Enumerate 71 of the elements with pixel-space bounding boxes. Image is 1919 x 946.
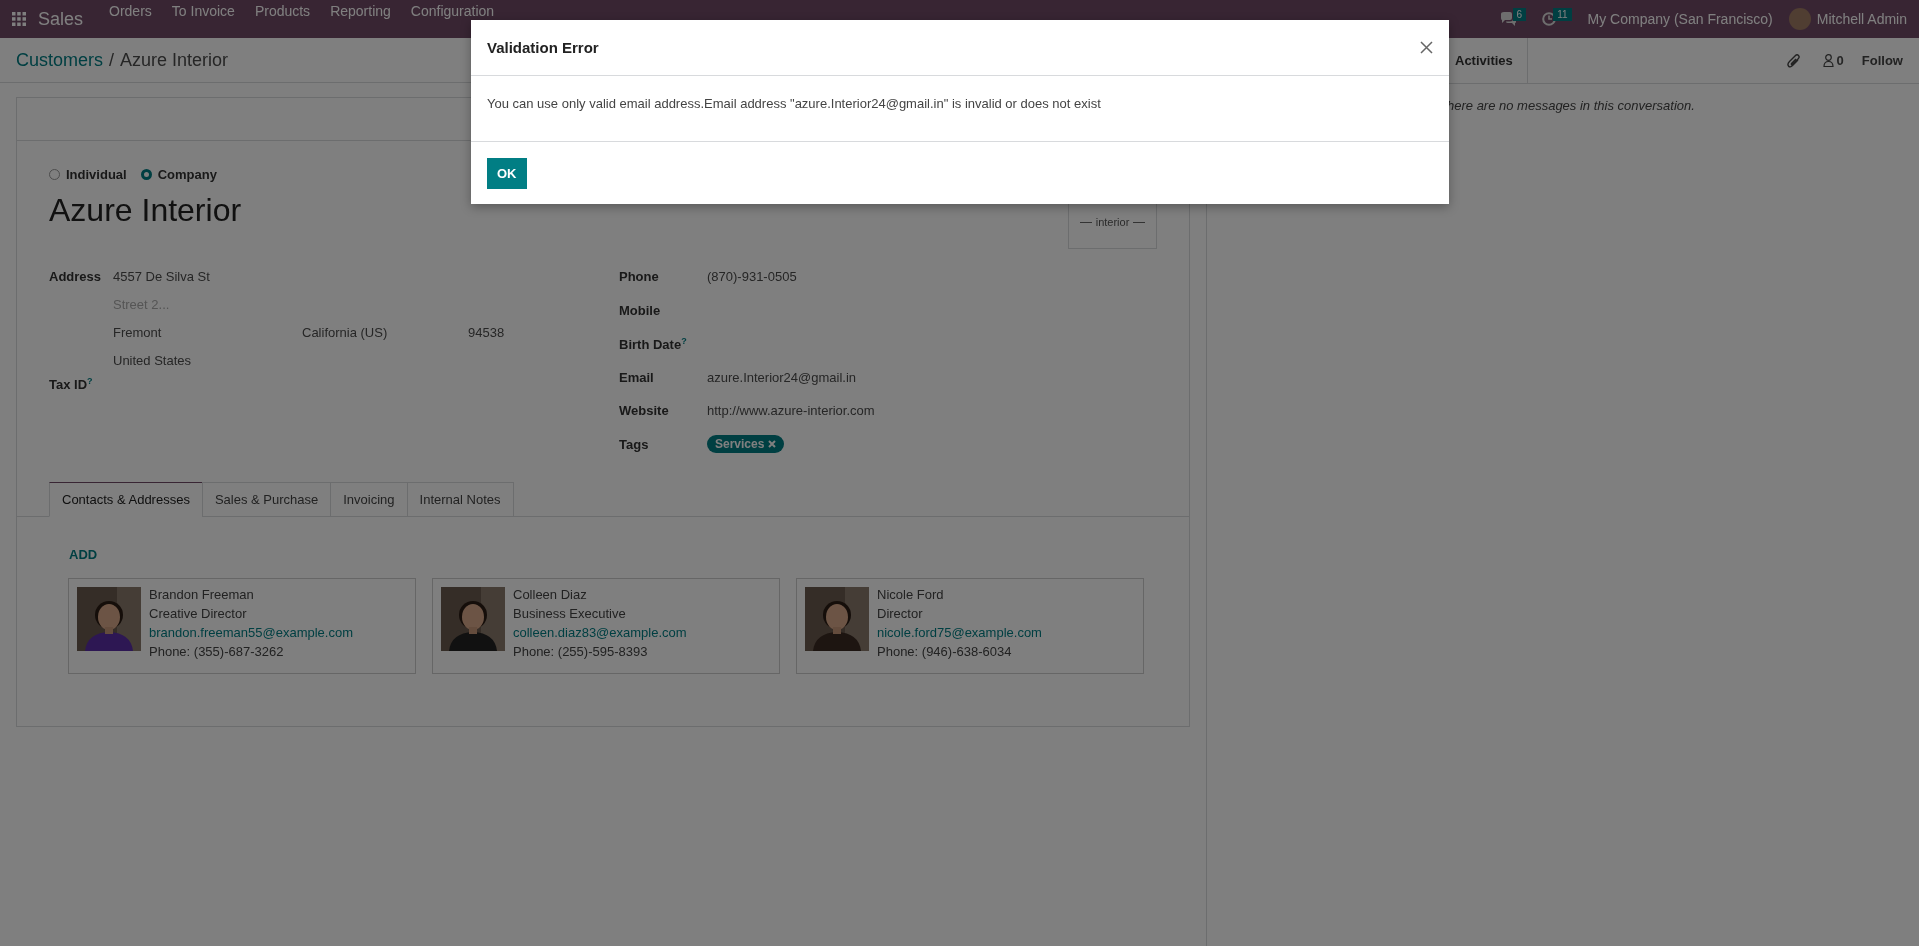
field-label: Address xyxy=(49,269,103,286)
breadcrumb-separator: / xyxy=(109,49,115,71)
menu-item[interactable]: Configuration xyxy=(400,4,505,19)
tab[interactable]: Contacts & Addresses xyxy=(49,482,203,517)
radio-label: Individual xyxy=(66,167,127,182)
page-title: Azure Interior xyxy=(120,49,229,71)
dialog-title: Validation Error xyxy=(487,39,599,56)
follower-count: 0 xyxy=(1836,53,1844,68)
tab[interactable]: Sales & Purchase xyxy=(201,482,332,517)
contact-title: Business Executive xyxy=(513,606,627,622)
field-label: Tags xyxy=(619,436,650,454)
app-name[interactable]: Sales xyxy=(38,8,84,30)
contact-card[interactable]: Brandon Freeman Creative Director brandon.freeman55@example.com Phone: (355)-687-3262 xyxy=(68,578,416,674)
contact-email[interactable]: brandon.freeman55@example.com xyxy=(149,625,353,641)
followers-button[interactable]: 0 xyxy=(1822,53,1844,68)
contact-title: Creative Director xyxy=(149,606,248,622)
clock-icon[interactable] xyxy=(1542,12,1557,26)
radio-button[interactable] xyxy=(49,169,60,180)
field-value: (870)-931-0505 xyxy=(707,269,797,284)
field-value: azure.Interior24@gmail.in xyxy=(707,369,857,385)
menu-item[interactable]: Orders xyxy=(99,4,162,19)
company-switcher[interactable]: My Company (San Francisco) xyxy=(1587,11,1773,27)
error-message: You can use only valid email address.Email address "azure.Interior24@gmail.in" is invalid or does not exist xyxy=(471,76,1449,142)
field-value[interactable]: http://www.azure-interior.com xyxy=(707,403,875,418)
apps-menu-icon[interactable] xyxy=(12,12,26,26)
close-icon[interactable] xyxy=(1420,41,1433,54)
menu-item[interactable]: Reporting xyxy=(320,4,401,19)
menu-item[interactable]: To Invoice xyxy=(161,4,245,19)
field-label: Phone xyxy=(619,269,660,286)
contact-name: Brandon Freeman xyxy=(149,587,255,603)
radio-option[interactable]: Individual xyxy=(49,167,127,182)
avatar-icon xyxy=(1788,8,1811,30)
radio-label: Company xyxy=(157,167,217,182)
contact-phone: Phone: (946)-638-6034 xyxy=(877,644,1013,660)
menu-item[interactable]: Products xyxy=(244,4,321,19)
field-value: Fremont xyxy=(113,325,163,340)
field-label: Tax ID$^{?}$ xyxy=(49,376,94,395)
field-label: Email xyxy=(619,369,655,387)
user-name: Mitchell Admin xyxy=(1816,11,1907,27)
field-value: 4557 De Silva St xyxy=(113,269,211,284)
paperclip-icon[interactable] xyxy=(1786,52,1801,69)
field-label: Mobile xyxy=(619,302,662,320)
tab[interactable]: Internal Notes xyxy=(406,482,514,517)
person-icon xyxy=(1822,54,1834,67)
follow-button[interactable]: Follow xyxy=(1861,53,1903,68)
contact-name: Nicole Ford xyxy=(877,587,945,603)
logo-text: interior xyxy=(1095,216,1130,228)
field-value: California (US) xyxy=(302,325,389,340)
contact-title: Director xyxy=(877,606,924,622)
add-button[interactable]: ADD xyxy=(69,547,98,562)
ok-button[interactable]: OK xyxy=(487,157,527,189)
notification-badge: 11 xyxy=(1553,7,1572,21)
contact-phone: Phone: (255)-595-8393 xyxy=(513,644,649,660)
contact-phone: Phone: (355)-687-3262 xyxy=(149,644,285,660)
radio-button[interactable] xyxy=(140,169,152,180)
field-label: Website xyxy=(619,403,670,420)
field-value: 94538 xyxy=(468,325,506,340)
contact-email[interactable]: colleen.diaz83@example.com xyxy=(513,625,687,641)
user-menu[interactable]: Mitchell Admin xyxy=(1788,8,1907,30)
contact-email[interactable]: nicole.ford75@example.com xyxy=(877,625,1042,641)
remove-icon[interactable] xyxy=(768,439,777,448)
field-value: United States xyxy=(113,353,193,368)
tag: Services xyxy=(707,434,785,453)
record-name: Azure Interior xyxy=(49,192,242,229)
field-label: Birth Date$^{?}$ xyxy=(619,336,688,355)
breadcrumb-link[interactable]: Customers xyxy=(16,49,104,71)
contact-card[interactable]: Nicole Ford Director nicole.ford75@example.com Phone: (946)-638-6034 xyxy=(796,578,1144,674)
radio-option[interactable]: Company xyxy=(140,167,217,182)
contact-name: Colleen Diaz xyxy=(513,587,588,603)
contact-card[interactable]: Colleen Diaz Business Executive colleen.diaz83@example.com Phone: (255)-595-8393 xyxy=(432,578,780,674)
notification-badge: 6 xyxy=(1512,7,1527,21)
